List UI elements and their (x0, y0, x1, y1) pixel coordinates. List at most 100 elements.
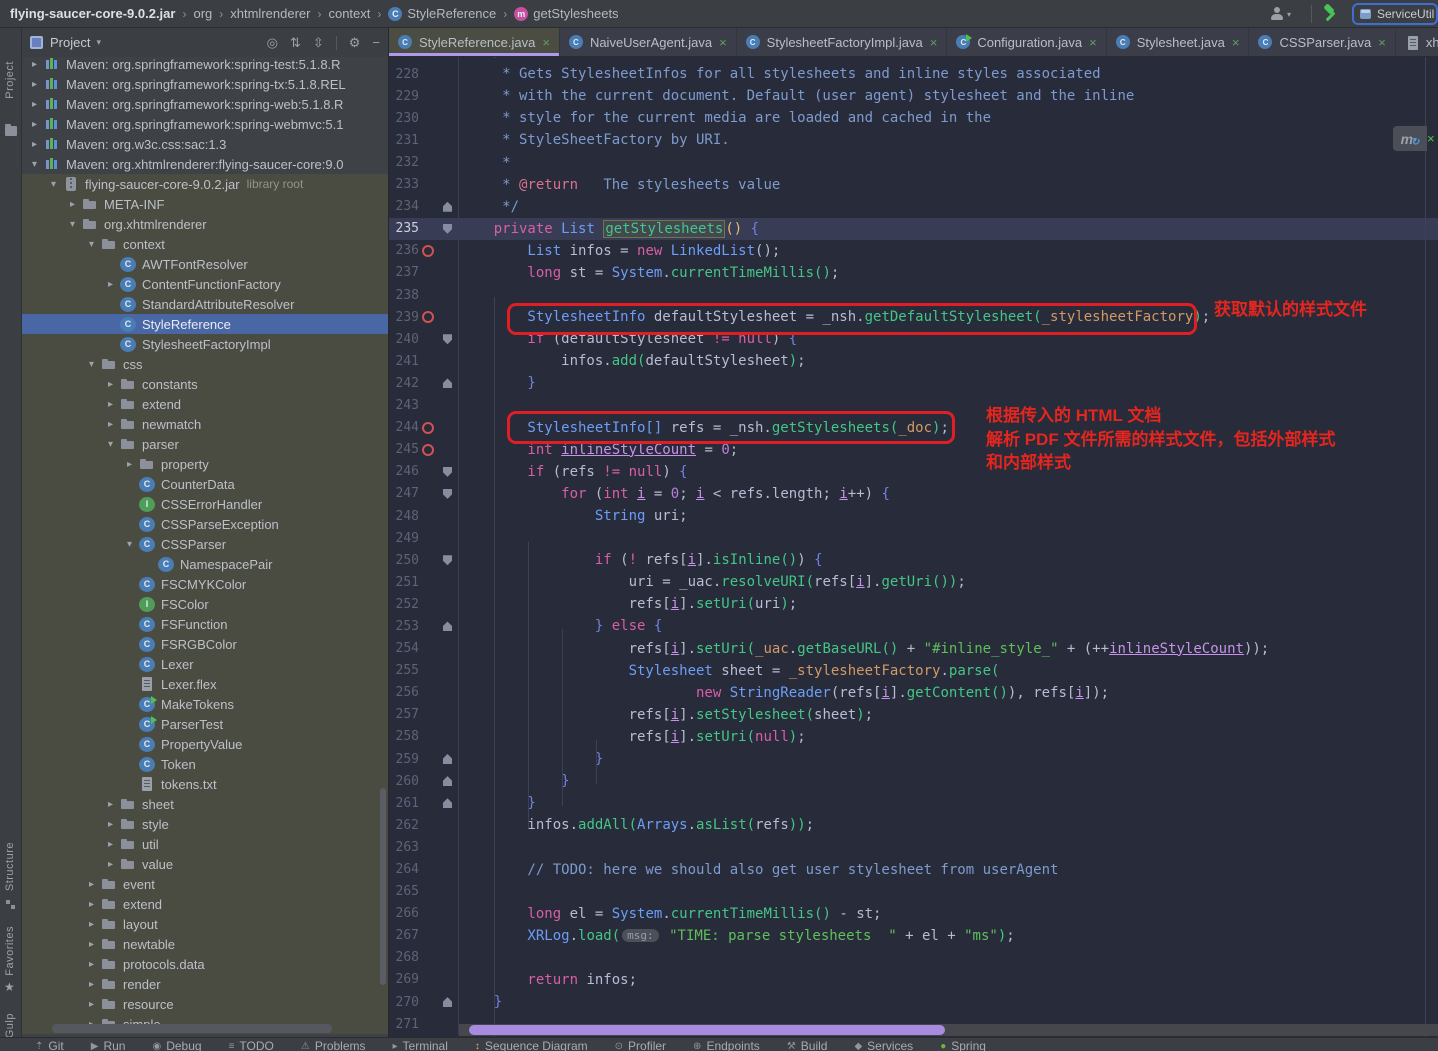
code-line-264[interactable]: 264 // TODO: here we should also get use… (389, 858, 1438, 880)
code-editor[interactable]: 227 /**228 * Gets StylesheetInfos for al… (389, 57, 1438, 1037)
annotation-widget-close-icon[interactable]: × (1427, 126, 1438, 151)
code-line-242[interactable]: 242 } (389, 372, 1438, 394)
chevron-right-icon[interactable]: ▸ (104, 819, 117, 830)
tree-item-value[interactable]: ▸value (22, 854, 388, 874)
build-hammer-icon[interactable] (1322, 5, 1340, 23)
code-line-234[interactable]: 234 */ (389, 196, 1438, 218)
tree-item-lexer-flex[interactable]: Lexer.flex (22, 674, 388, 694)
tree-item-meta-inf[interactable]: ▸META-INF (22, 194, 388, 214)
tree-item-awtfontresolver[interactable]: CAWTFontResolver (22, 254, 388, 274)
code-line-235[interactable]: 235 private List getStylesheets() { (389, 218, 1438, 240)
tree-item-property[interactable]: ▸property (22, 454, 388, 474)
close-icon[interactable]: × (1089, 35, 1097, 50)
tree-horizontal-scrollbar[interactable] (52, 1024, 332, 1033)
tree-item-sheet[interactable]: ▸sheet (22, 794, 388, 814)
fold-close-icon[interactable] (437, 202, 458, 212)
tree-item-context[interactable]: ▾context (22, 234, 388, 254)
breadcrumb-item[interactable]: context (328, 6, 370, 21)
chevron-down-icon[interactable]: ▾ (47, 179, 60, 190)
chevron-right-icon[interactable]: ▸ (104, 279, 117, 290)
code-line-236[interactable]: 236 List infos = new LinkedList(); (389, 240, 1438, 262)
tree-item-resource[interactable]: ▸resource (22, 994, 388, 1014)
chevron-right-icon[interactable]: ▸ (85, 879, 98, 890)
chevron-down-icon[interactable]: ▾ (96, 37, 101, 48)
code-line-268[interactable]: 268 (389, 947, 1438, 969)
chevron-right-icon[interactable]: ▸ (104, 859, 117, 870)
code-line-262[interactable]: 262 infos.addAll(Arrays.asList(refs)); (389, 814, 1438, 836)
chevron-right-icon[interactable]: ▸ (104, 839, 117, 850)
tree-item-layout[interactable]: ▸layout (22, 914, 388, 934)
code-line-230[interactable]: 230 * style for the current media are lo… (389, 107, 1438, 129)
code-line-237[interactable]: 237 long st = System.currentTimeMillis()… (389, 262, 1438, 284)
fold-close-icon[interactable] (437, 621, 458, 631)
annotation-tool-widget[interactable]: m↻ (1393, 126, 1427, 151)
statusbar-item-spring[interactable]: ●Spring (940, 1039, 986, 1051)
code-line-255[interactable]: 255 Stylesheet sheet = _stylesheetFactor… (389, 660, 1438, 682)
breadcrumb-item[interactable]: xhtmlrenderer (230, 6, 310, 21)
fold-close-icon[interactable] (437, 776, 458, 786)
tree-item-render[interactable]: ▸render (22, 974, 388, 994)
user-icon[interactable] (1270, 7, 1284, 21)
statusbar-item-build[interactable]: ⚒Build (787, 1039, 828, 1051)
statusbar-item-terminal[interactable]: ▸Terminal (393, 1039, 448, 1051)
code-line-252[interactable]: 252 refs[i].setUri(uri); (389, 593, 1438, 615)
tree-item-maketokens[interactable]: CMakeTokens (22, 694, 388, 714)
code-line-241[interactable]: 241 infos.add(defaultStylesheet); (389, 350, 1438, 372)
statusbar-item-todo[interactable]: ≡TODO (229, 1039, 274, 1051)
chevron-right-icon[interactable]: ▸ (85, 979, 98, 990)
chevron-right-icon[interactable]: ▸ (85, 939, 98, 950)
chevron-right-icon[interactable]: ▸ (28, 139, 41, 150)
gutter-marker-icon[interactable] (419, 245, 437, 257)
tree-item-maven-org-w3c-css-sac-1-3[interactable]: ▸Maven: org.w3c.css:sac:1.3 (22, 134, 388, 154)
tree-item-flying-saucer-core-9-0-2-jar[interactable]: ▾flying-saucer-core-9.0.2.jarlibrary roo… (22, 174, 388, 194)
tree-item-style[interactable]: ▸style (22, 814, 388, 834)
fold-open-icon[interactable] (437, 555, 458, 565)
chevron-down-icon[interactable]: ▾ (85, 239, 98, 250)
chevron-right-icon[interactable]: ▸ (28, 79, 41, 90)
gear-icon[interactable]: ⚙ (349, 35, 361, 51)
tree-item-fsrgbcolor[interactable]: CFSRGBColor (22, 634, 388, 654)
project-panel-title[interactable]: Project (50, 35, 90, 50)
chevron-right-icon[interactable]: ▸ (85, 999, 98, 1010)
gutter-marker-icon[interactable] (419, 422, 437, 434)
code-line-261[interactable]: 261 } (389, 792, 1438, 814)
tree-item-token[interactable]: CToken (22, 754, 388, 774)
tree-item-fsfunction[interactable]: CFSFunction (22, 614, 388, 634)
statusbar-item-services[interactable]: ◆Services (854, 1039, 913, 1051)
chevron-right-icon[interactable]: ▸ (85, 899, 98, 910)
tab-stylereference-java[interactable]: CStyleReference.java× (389, 28, 560, 56)
editor-horizontal-scrollbar[interactable] (469, 1025, 945, 1035)
tab-stylesheetfactoryimpl-java[interactable]: CStylesheetFactoryImpl.java× (737, 28, 948, 56)
tree-item-maven-org-springframework-spring-webmvc-5-1[interactable]: ▸Maven: org.springframework:spring-webmv… (22, 114, 388, 134)
tree-item-parsertest[interactable]: CParserTest (22, 714, 388, 734)
tree-item-event[interactable]: ▸event (22, 874, 388, 894)
tree-item-extend[interactable]: ▸extend (22, 894, 388, 914)
chevron-right-icon[interactable]: ▸ (85, 919, 98, 930)
tree-item-csserrorhandler[interactable]: ICSSErrorHandler (22, 494, 388, 514)
tab-naiveuseragent-java[interactable]: CNaiveUserAgent.java× (560, 28, 737, 56)
collapse-all-icon[interactable]: ⇳ (313, 35, 324, 51)
tab-cssparser-java[interactable]: CCSSParser.java× (1249, 28, 1395, 56)
tree-item-maven-org-springframework-spring-tx-5-1-8-rel[interactable]: ▸Maven: org.springframework:spring-tx:5.… (22, 74, 388, 94)
locate-icon[interactable]: ◎ (267, 35, 278, 51)
code-line-267[interactable]: 267 XRLog.load(msg: "TIME: parse stylesh… (389, 925, 1438, 947)
statusbar-item-profiler[interactable]: ⊙Profiler (615, 1039, 666, 1051)
fold-open-icon[interactable] (437, 224, 458, 234)
tree-item-newtable[interactable]: ▸newtable (22, 934, 388, 954)
tab-stylesheet-java[interactable]: CStylesheet.java× (1107, 28, 1250, 56)
fold-open-icon[interactable] (437, 467, 458, 477)
statusbar-item-problems[interactable]: ⚠Problems (301, 1039, 366, 1051)
tree-item-parser[interactable]: ▾parser (22, 434, 388, 454)
fold-close-icon[interactable] (437, 754, 458, 764)
tree-item-constants[interactable]: ▸constants (22, 374, 388, 394)
statusbar-item-endpoints[interactable]: ⊕Endpoints (693, 1039, 760, 1051)
close-icon[interactable]: × (1232, 35, 1240, 50)
code-line-260[interactable]: 260 } (389, 770, 1438, 792)
tree-item-stylesheetfactoryimpl[interactable]: CStylesheetFactoryImpl (22, 334, 388, 354)
statusbar-item-run[interactable]: ▶Run (91, 1039, 126, 1051)
statusbar-item-git[interactable]: ⇡Git (35, 1039, 64, 1051)
code-line-247[interactable]: 247 for (int i = 0; i < refs.length; i++… (389, 483, 1438, 505)
code-line-253[interactable]: 253 } else { (389, 615, 1438, 637)
expand-all-icon[interactable]: ⇅ (290, 35, 301, 51)
chevron-right-icon[interactable]: ▸ (28, 99, 41, 110)
